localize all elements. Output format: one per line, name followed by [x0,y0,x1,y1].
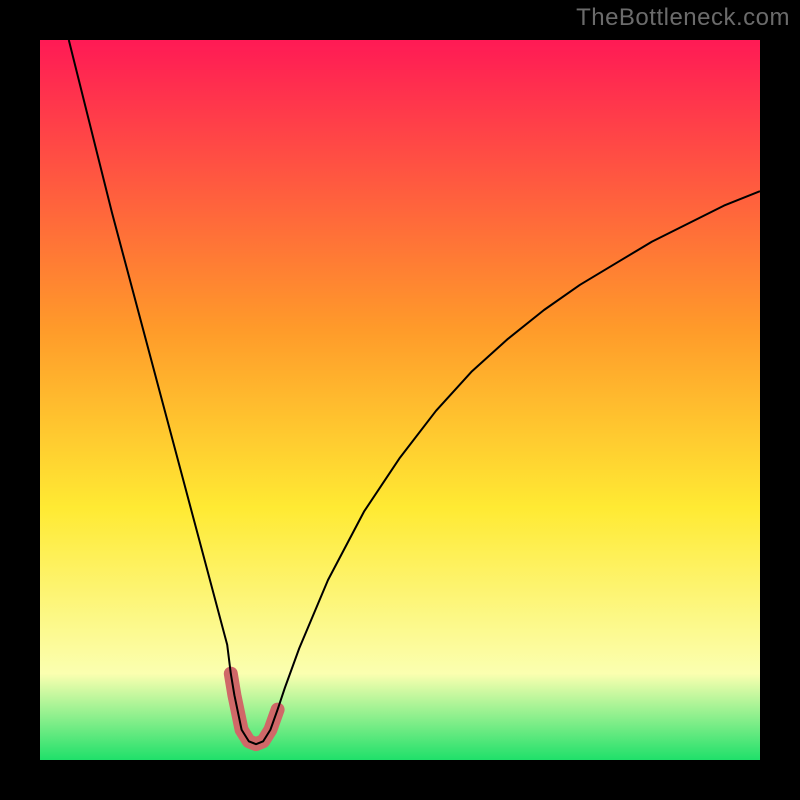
chart-background [40,40,760,760]
chart-plot-area [40,40,760,760]
watermark-text: TheBottleneck.com [576,4,790,32]
chart-svg [40,40,760,760]
chart-frame: TheBottleneck.com [0,0,800,800]
